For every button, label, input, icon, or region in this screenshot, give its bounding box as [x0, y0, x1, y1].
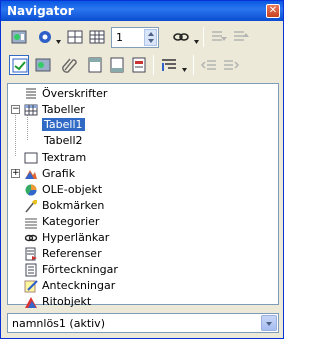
ole-object-icon [24, 183, 38, 197]
bookmarks-icon [24, 199, 38, 213]
text-frame-icon [24, 151, 38, 165]
header-icon[interactable] [85, 55, 105, 75]
chevron-down-icon[interactable] [56, 34, 61, 44]
tree-item-label: Tabeller [42, 103, 85, 116]
tree-item-label: Tabell2 [44, 134, 83, 147]
tree-item-label: OLE-objekt [42, 183, 103, 196]
tree-item-label: Textram [42, 151, 87, 164]
tree-item-tabell1[interactable]: Tabell1 [42, 118, 102, 134]
categories-icon [24, 215, 38, 229]
tree-item-label: Förteckningar [42, 263, 118, 276]
drag-mode-icon[interactable] [171, 27, 191, 47]
previous-object-icon[interactable] [35, 27, 55, 47]
footer-icon[interactable] [107, 55, 127, 75]
content-tree[interactable]: Överskrifter − Tabeller Tabell1 Tabell2 … [7, 83, 279, 308]
chevron-down-icon[interactable] [194, 34, 199, 44]
tree-item-label: Hyperlänkar [42, 231, 110, 244]
chevron-down-icon[interactable] [182, 62, 187, 72]
grid-icon[interactable] [87, 27, 107, 47]
document-select[interactable]: namnlös1 (aktiv) [7, 313, 279, 333]
drawing-objects-icon [24, 295, 38, 309]
window-title: Navigator [7, 4, 74, 18]
toolbar-row-1: 1 [7, 25, 279, 49]
tree-item-label: Ritobjekt [42, 295, 92, 308]
chevron-down-icon[interactable] [261, 315, 277, 331]
demote-level-icon[interactable] [221, 55, 241, 75]
navigation-icon[interactable] [9, 27, 29, 47]
anchor-text-icon[interactable] [129, 55, 149, 75]
set-reminder-icon[interactable] [59, 55, 79, 75]
tree-item-label: Bokmärken [42, 199, 105, 212]
tree-line [15, 110, 16, 156]
spin-up-icon[interactable] [148, 32, 154, 36]
close-button[interactable]: ✕ [266, 4, 280, 18]
toolbar-separator [193, 55, 194, 75]
spin-buttons[interactable] [144, 29, 157, 46]
promote-chapter-icon[interactable] [209, 27, 229, 47]
page-spinner[interactable]: 1 [111, 27, 159, 48]
expand-toggle[interactable]: + [11, 169, 20, 178]
toolbar-separator [203, 27, 204, 47]
tree-item-label: Referenser [42, 247, 102, 260]
toolbar-row-2 [7, 53, 279, 77]
headings-icon [24, 87, 38, 101]
demote-chapter-icon[interactable] [231, 27, 251, 47]
tree-item-label: Tabell1 [42, 118, 85, 131]
tree-item-label: Anteckningar [42, 279, 116, 292]
navigation-rows-icon[interactable] [65, 27, 85, 47]
comments-icon [24, 279, 38, 293]
toolbar-separator [153, 55, 154, 75]
tree-item-label: Grafik [42, 167, 76, 180]
heading-levels-icon[interactable] [159, 55, 179, 75]
tables-icon [24, 103, 38, 117]
navigator-window: Navigator ✕ 1 Överskrifter − Tabeller Ta… [0, 0, 284, 339]
list-box-toggle-icon[interactable] [9, 55, 29, 75]
hyperlinks-icon [24, 231, 38, 245]
spin-down-icon[interactable] [148, 39, 154, 43]
tree-item-label: Överskrifter [42, 87, 108, 100]
promote-level-icon[interactable] [199, 55, 219, 75]
indexes-icon [24, 263, 38, 277]
tree-item-tabell2[interactable]: Tabell2 [42, 134, 102, 150]
references-icon [24, 247, 38, 261]
page-number-field[interactable]: 1 [116, 31, 123, 44]
document-select-value: namnlös1 (aktiv) [12, 317, 105, 330]
collapse-toggle[interactable]: − [11, 105, 20, 114]
content-view-icon[interactable] [33, 55, 53, 75]
tree-item-label: Kategorier [42, 215, 100, 228]
title-bar[interactable]: Navigator ✕ [1, 1, 283, 21]
graphics-icon [24, 167, 38, 181]
